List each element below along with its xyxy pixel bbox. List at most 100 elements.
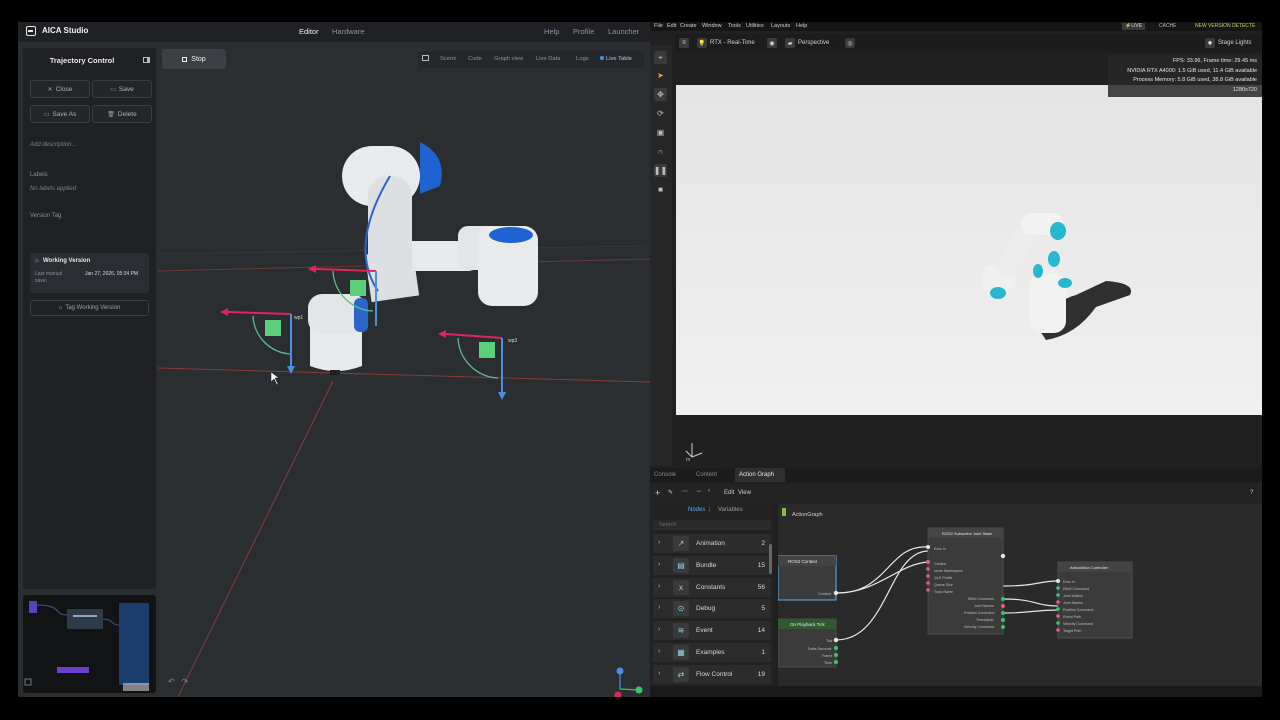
minimap-toggle-icon[interactable]	[24, 678, 32, 686]
chevron-right-icon[interactable]: ›	[658, 561, 660, 568]
node-search-input[interactable]: Search	[653, 520, 771, 530]
node-articulation-controller[interactable]: Articulation Controller Exec In Effort C…	[1056, 561, 1133, 639]
chevron-right-icon[interactable]: ›	[658, 604, 660, 611]
waypoint-wp3-gizmo[interactable]: wp3	[438, 330, 517, 400]
menu-tools[interactable]: Tools	[728, 23, 741, 29]
menu-window[interactable]: Window	[702, 23, 722, 29]
node-category-item[interactable]: › ▤ Bundle 15	[653, 555, 771, 575]
description-input[interactable]: Add description...	[30, 142, 76, 148]
render-mode-button[interactable]: 💡 RTX - Real-Time	[697, 37, 755, 49]
add-graph-icon[interactable]: +	[655, 488, 660, 498]
svg-text:Velocity Command: Velocity Command	[1063, 622, 1093, 626]
cache-label[interactable]: CACHE	[1159, 23, 1177, 29]
more-icon[interactable]: ⋯	[682, 488, 688, 495]
menu-create[interactable]: Create	[680, 23, 697, 29]
edit-graph-icon[interactable]: ✎	[668, 489, 673, 496]
tab-scene[interactable]: Scene	[440, 56, 456, 62]
rotate-tool-icon[interactable]: ⟳	[654, 107, 667, 120]
save-button[interactable]: ▭ Save	[92, 80, 152, 98]
svg-text:Timestamp: Timestamp	[976, 618, 994, 622]
trash-icon: 🗑	[107, 111, 115, 118]
node-ros2-context[interactable]: ROS2 Context Context	[777, 555, 839, 601]
chevron-icon[interactable]: ‹	[708, 488, 710, 494]
minimap-viewport[interactable]	[123, 683, 149, 691]
collapse-sidebar-icon[interactable]	[143, 57, 150, 63]
graph-title-tab[interactable]: ActionGraph	[782, 508, 823, 518]
fps-text: FPS: 33.96, Frame time: 29.45 ms	[1172, 58, 1257, 64]
nav-launcher[interactable]: Launcher	[608, 27, 639, 36]
toolbar-edit[interactable]: Edit	[724, 490, 734, 496]
stage-lights-button[interactable]: ✹ Stage Lights	[1205, 37, 1251, 49]
nav-hardware[interactable]: Hardware	[332, 27, 365, 36]
waypoint-wp1-gizmo[interactable]: wp1	[220, 308, 303, 374]
chevron-right-icon[interactable]: ›	[658, 539, 660, 546]
tab-variables[interactable]: Variables	[718, 507, 743, 513]
live-badge[interactable]: ⚡LIVE	[1122, 23, 1146, 30]
sim-robot-joint	[990, 287, 1006, 299]
chevron-right-icon[interactable]: ›	[658, 583, 660, 590]
tab-live-table[interactable]: Live Table	[600, 56, 632, 62]
menu-file[interactable]: File	[654, 23, 663, 29]
nav-profile[interactable]: Profile	[573, 27, 594, 36]
new-version-label[interactable]: NEW VERSION DETECTE	[1195, 23, 1255, 29]
toolbar-view[interactable]: View	[738, 490, 751, 496]
tab-live-data[interactable]: Live Data	[536, 56, 561, 62]
layout-icon[interactable]	[422, 55, 429, 61]
menu-utilities[interactable]: Utilities	[746, 23, 764, 29]
svg-text:Position Command: Position Command	[1063, 608, 1093, 612]
stop-button[interactable]: Stop	[162, 49, 226, 69]
move-tool-icon[interactable]: ✥	[654, 88, 667, 101]
help-icon[interactable]: ?	[1250, 490, 1253, 496]
tab-content[interactable]: Content	[696, 472, 717, 478]
tab-graph-view[interactable]: Graph view	[494, 56, 523, 62]
node-list-scrollbar[interactable]	[769, 544, 772, 574]
node-category-item[interactable]: › ⊙ Debug 5	[653, 599, 771, 619]
undo-icon[interactable]: ↶	[168, 677, 175, 686]
action-graph-canvas[interactable]: ActionGraph ROS2 Context Context On Play…	[777, 504, 1262, 697]
nav-help[interactable]: Help	[544, 27, 559, 36]
tab-nodes[interactable]: Nodes	[688, 507, 705, 513]
orientation-gizmo-icon[interactable]	[614, 667, 643, 698]
nav-editor[interactable]: Editor	[299, 27, 319, 36]
pause-icon[interactable]: ❚❚	[654, 164, 667, 177]
tag-working-version-button[interactable]: ⌂ Tag Working Version	[30, 300, 149, 316]
chevron-right-icon[interactable]: ›	[658, 626, 660, 633]
tab-action-graph[interactable]: Action Graph	[739, 472, 774, 478]
node-category-item[interactable]: › x Constants 56	[653, 577, 771, 597]
robot-arm[interactable]	[308, 142, 538, 375]
menu-edit[interactable]: Edit	[667, 23, 676, 29]
camera-button[interactable]: ▰ Perspective	[785, 37, 829, 49]
pointer-tool-icon[interactable]: ➤	[654, 69, 667, 82]
menu-help[interactable]: Help	[796, 23, 807, 29]
snap-tool-icon[interactable]: ∩	[654, 145, 667, 158]
menu-layouts[interactable]: Layouts	[771, 23, 790, 29]
split-icon[interactable]: ↔	[696, 488, 702, 494]
chevron-right-icon[interactable]: ›	[658, 648, 660, 655]
isaac-render-viewport[interactable]	[676, 85, 1262, 415]
node-category-item[interactable]: › ↗ Animation 2	[653, 534, 771, 553]
scale-tool-icon[interactable]: ▣	[654, 126, 667, 139]
category-icon: ≋	[673, 623, 689, 639]
select-tool-icon[interactable]: ⌖	[654, 51, 667, 64]
tab-console[interactable]: Console	[654, 472, 676, 478]
visibility-button[interactable]: ◉	[767, 37, 777, 49]
viewport-menu-button[interactable]: ≡	[679, 37, 689, 49]
node-on-playback-tick[interactable]: On Playback Tick Tick Delta Seconds Fram…	[777, 618, 839, 668]
tab-logs[interactable]: Logs	[576, 56, 589, 62]
scene-3d-viewport[interactable]: wp1 wp2 wp3	[158, 76, 650, 697]
redo-icon[interactable]: ↷	[181, 677, 188, 686]
node-ros2-subscribe-joint-state[interactable]: ROS2 Subscribe Joint State Exec In Conte…	[926, 527, 1006, 635]
graph-minimap[interactable]	[23, 595, 156, 693]
delete-button[interactable]: 🗑 Delete	[92, 105, 152, 123]
tab-code[interactable]: Code	[468, 56, 482, 62]
close-button[interactable]: ✕ Close	[30, 80, 90, 98]
node-category-item[interactable]: › ⇄ Flow Control 19	[653, 664, 771, 684]
chevron-right-icon[interactable]: ›	[658, 670, 660, 677]
audio-button[interactable]: ◎	[845, 37, 855, 49]
save-as-button[interactable]: ▭ Save As	[30, 105, 90, 123]
node-category-item[interactable]: › ▦ Examples 1	[653, 643, 771, 662]
working-version-card[interactable]: ⌂ Working Version Last manual save: Jan …	[30, 253, 149, 293]
stop-icon[interactable]: ■	[654, 183, 667, 196]
node-category-item[interactable]: › ≋ Event 14	[653, 621, 771, 641]
svg-text:Delta Seconds: Delta Seconds	[808, 647, 832, 651]
